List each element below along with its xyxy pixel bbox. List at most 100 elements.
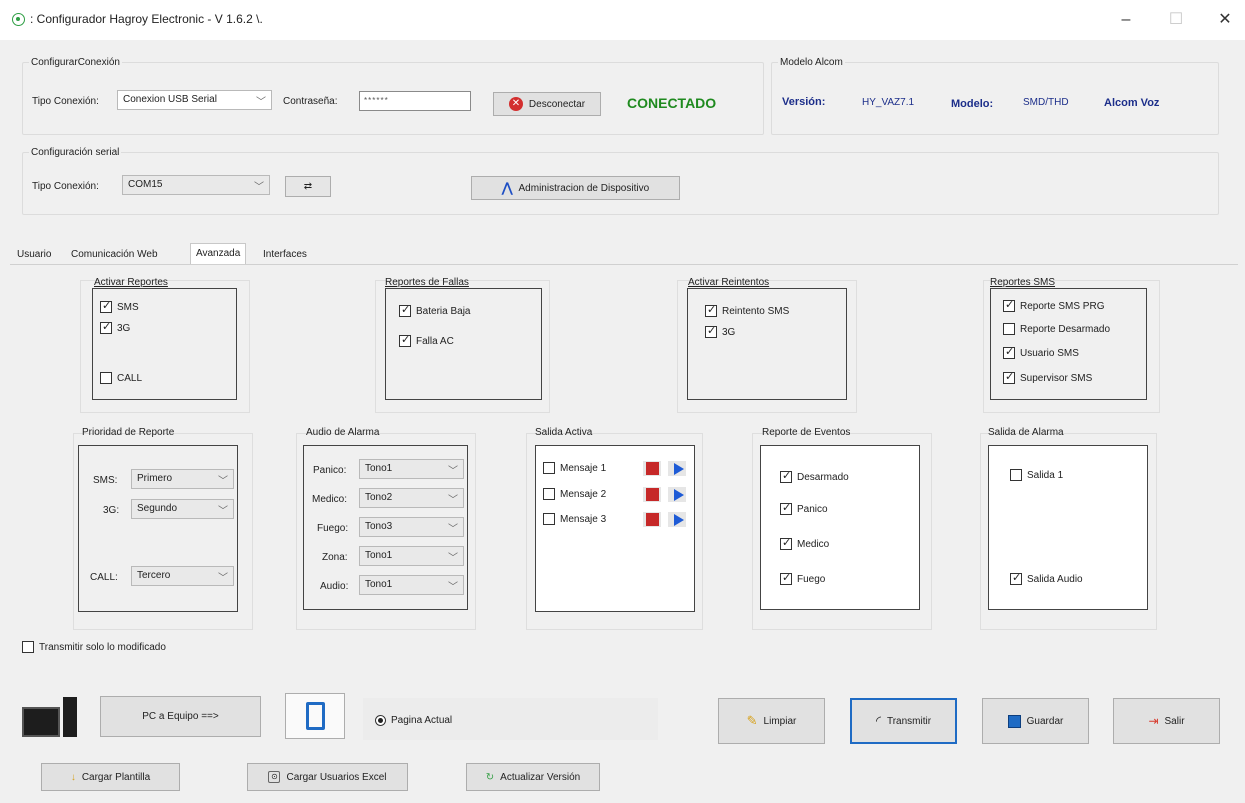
- audio-audio-label: Audio:: [320, 581, 349, 592]
- select-value: Tercero: [137, 570, 171, 581]
- audio-fuego-label: Fuego:: [317, 523, 349, 534]
- load-users-excel-button[interactable]: ⊙ Cargar Usuarios Excel: [247, 763, 408, 791]
- stop-icon: [645, 462, 659, 475]
- excel-icon: ⊙: [268, 771, 281, 783]
- prioridad-sms-select[interactable]: Primero ﹀: [131, 469, 234, 489]
- connection-type-select[interactable]: Conexion USB Serial ﹀: [117, 90, 272, 110]
- checkbox-box[interactable]: [22, 641, 34, 653]
- audio-fuego-select[interactable]: Tono3 ﹀: [359, 517, 464, 537]
- checkbox-box[interactable]: [1010, 469, 1022, 481]
- salida-alarma-title: Salida de Alarma: [988, 427, 1064, 438]
- update-version-button[interactable]: ↻ Actualizar Versión: [466, 763, 600, 791]
- play-mensaje-1-button[interactable]: [668, 461, 686, 476]
- radio-current-page[interactable]: Pagina Actual: [375, 715, 452, 726]
- checkbox-box[interactable]: [780, 501, 792, 515]
- checkbox-label: Reporte SMS PRG: [1020, 300, 1105, 312]
- checkbox-usuario-sms[interactable]: Usuario SMS: [1003, 345, 1079, 359]
- checkbox-box[interactable]: [543, 513, 555, 525]
- checkbox-supervisor-sms[interactable]: Supervisor SMS: [1003, 370, 1092, 384]
- prioridad-call-select[interactable]: Tercero ﹀: [131, 566, 234, 586]
- radio-button[interactable]: [375, 715, 386, 726]
- audio-panico-select[interactable]: Tono1 ﹀: [359, 459, 464, 479]
- checkbox-box[interactable]: [1010, 571, 1022, 585]
- checkbox-label: Reintento SMS: [722, 305, 790, 317]
- minimize-button[interactable]: –: [1106, 6, 1146, 34]
- checkbox-box[interactable]: [780, 536, 792, 550]
- checkbox-mensaje-2[interactable]: Mensaje 2: [543, 488, 606, 500]
- checkbox-transmit-modified[interactable]: Transmitir solo lo modificado: [22, 641, 166, 653]
- play-mensaje-3-button[interactable]: [668, 512, 686, 527]
- close-button[interactable]: ✕: [1205, 6, 1245, 34]
- checkbox-box[interactable]: [100, 299, 112, 313]
- tab-avanzada[interactable]: Avanzada: [190, 243, 247, 265]
- prioridad-3g-select[interactable]: Segundo ﹀: [131, 499, 234, 519]
- checkbox-mensaje-1[interactable]: Mensaje 1: [543, 462, 606, 474]
- checkbox-salida-audio[interactable]: Salida Audio: [1010, 571, 1083, 585]
- checkbox-box[interactable]: [1003, 298, 1015, 312]
- audio-zona-select[interactable]: Tono1 ﹀: [359, 546, 464, 566]
- device-admin-label: Administracion de Dispositivo: [518, 182, 650, 194]
- checkbox-box[interactable]: [1003, 370, 1015, 384]
- checkbox-medico[interactable]: Medico: [780, 536, 830, 550]
- checkbox-reintento-sms[interactable]: Reintento SMS: [705, 303, 790, 317]
- serial-type-label: Tipo Conexión:: [32, 181, 99, 192]
- pc-to-device-button[interactable]: PC a Equipo ==>: [100, 696, 261, 737]
- checkbox-desarmado[interactable]: Desarmado: [780, 469, 849, 483]
- serial-group-label: Configuración serial: [31, 147, 120, 158]
- checkbox-box[interactable]: [399, 333, 411, 347]
- checkbox-box[interactable]: [399, 303, 411, 317]
- checkbox-box[interactable]: [705, 303, 717, 317]
- device-icon-button[interactable]: [285, 693, 345, 739]
- checkbox-reporte-sms[interactable]: SMS: [100, 299, 139, 313]
- checkbox-label: Medico: [797, 538, 830, 550]
- checkbox-label: SMS: [117, 301, 139, 313]
- checkbox-reporte-sms-prg[interactable]: Reporte SMS PRG: [1003, 298, 1105, 312]
- audio-medico-select[interactable]: Tono2 ﹀: [359, 488, 464, 508]
- checkbox-panico[interactable]: Panico: [780, 501, 828, 515]
- clear-button[interactable]: ✎ Limpiar: [718, 698, 825, 744]
- chevron-down-icon: ﹀: [448, 553, 458, 564]
- checkbox-box[interactable]: [543, 488, 555, 500]
- checkbox-reporte-desarmado[interactable]: Reporte Desarmado: [1003, 323, 1110, 335]
- load-template-button[interactable]: ↓ Cargar Plantilla: [41, 763, 180, 791]
- disconnect-button[interactable]: ✕ Desconectar: [493, 92, 601, 116]
- checkbox-box[interactable]: [1003, 323, 1015, 335]
- checkbox-reintento-3g[interactable]: 3G: [705, 324, 735, 338]
- model-value: SMD/THD: [1023, 97, 1069, 108]
- stop-mensaje-3-button[interactable]: [643, 512, 661, 527]
- checkbox-box[interactable]: [100, 320, 112, 334]
- play-mensaje-2-button[interactable]: [668, 487, 686, 502]
- com-port-select[interactable]: COM15 ﹀: [122, 175, 270, 195]
- checkbox-mensaje-3[interactable]: Mensaje 3: [543, 513, 606, 525]
- disconnect-icon: ✕: [508, 97, 523, 111]
- checkbox-falla-ac[interactable]: Falla AC: [399, 333, 454, 347]
- checkbox-box[interactable]: [705, 324, 717, 338]
- checkbox-box[interactable]: [100, 372, 112, 384]
- checkbox-box[interactable]: [780, 469, 792, 483]
- checkbox-bateria-baja[interactable]: Bateria Baja: [399, 303, 470, 317]
- checkbox-reporte-call[interactable]: CALL: [100, 372, 142, 384]
- chevron-down-icon: ﹀: [448, 524, 458, 535]
- checkbox-salida-1[interactable]: Salida 1: [1010, 469, 1063, 481]
- stop-mensaje-1-button[interactable]: [643, 461, 661, 476]
- checkbox-fuego[interactable]: Fuego: [780, 571, 825, 585]
- device-admin-button[interactable]: ⋀ Administracion de Dispositivo: [471, 176, 680, 200]
- checkbox-box[interactable]: [543, 462, 555, 474]
- checkbox-box[interactable]: [780, 571, 792, 585]
- tab-interfaces[interactable]: Interfaces: [258, 245, 312, 264]
- exit-button[interactable]: ⇥ Salir: [1113, 698, 1220, 744]
- connection-type-label: Tipo Conexión:: [32, 96, 99, 107]
- maximize-button[interactable]: ☐: [1156, 6, 1196, 34]
- stop-mensaje-2-button[interactable]: [643, 487, 661, 502]
- checkbox-reporte-3g[interactable]: 3G: [100, 320, 131, 334]
- tab-usuario[interactable]: Usuario: [12, 245, 56, 264]
- audio-audio-select[interactable]: Tono1 ﹀: [359, 575, 464, 595]
- tab-comunicacion-web[interactable]: Comunicación Web: [66, 245, 163, 264]
- refresh-ports-button[interactable]: ⇄: [285, 176, 331, 197]
- transmit-button[interactable]: ◜ Transmitir: [850, 698, 957, 744]
- save-button[interactable]: Guardar: [982, 698, 1089, 744]
- version-value: HY_VAZ7.1: [862, 97, 915, 108]
- checkbox-label: 3G: [117, 322, 131, 334]
- checkbox-box[interactable]: [1003, 345, 1015, 359]
- password-input[interactable]: ******: [359, 91, 471, 111]
